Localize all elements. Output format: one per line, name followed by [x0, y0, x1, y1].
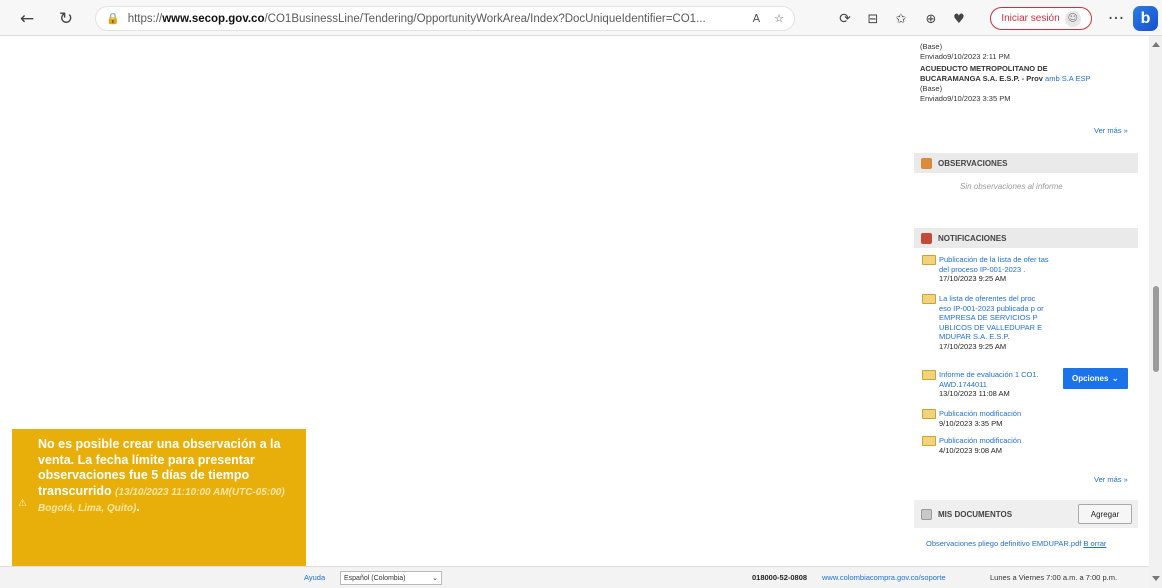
- back-arrow-icon[interactable]: ←: [16, 8, 38, 30]
- document-item: Observaciones pliego definitivo EMDUPAR.…: [926, 539, 1131, 549]
- notificaciones-icon: [921, 232, 932, 244]
- page-footer: Ayuda Español (Colombia) ⌄ 018000-52-080…: [0, 566, 1149, 588]
- envelope-icon: [922, 436, 936, 446]
- notification-date: 4/10/2023 9:08 AM: [939, 445, 1002, 455]
- offer-line: (Base): [920, 42, 943, 51]
- extension-icon[interactable]: ⟳: [834, 8, 856, 30]
- favorite-star-icon[interactable]: ☆: [774, 12, 784, 25]
- offers-ver-mas-link[interactable]: Ver más »: [1094, 126, 1128, 135]
- offer-line: Enviado9/10/2023 2:11 PM: [920, 52, 1010, 61]
- notification-date: 17/10/2023 9:25 AM: [939, 341, 1007, 351]
- bing-copilot-icon[interactable]: b: [1133, 6, 1158, 31]
- collections-icon[interactable]: ⊕: [920, 8, 942, 30]
- split-screen-icon[interactable]: ⊟: [862, 8, 884, 30]
- observaciones-title: OBSERVACIONES: [938, 158, 1008, 168]
- notification-title[interactable]: Informe de evaluación 1 CO1. AWD.1744011: [939, 370, 1049, 389]
- agregar-button[interactable]: Agregar: [1078, 504, 1132, 524]
- scroll-up-arrow-icon[interactable]: [1152, 42, 1160, 47]
- ayuda-link[interactable]: Ayuda: [304, 573, 325, 582]
- support-link[interactable]: www.colombiacompra.gov.co/soporte: [822, 573, 946, 582]
- scroll-down-arrow-icon[interactable]: [1152, 576, 1160, 581]
- address-bar[interactable]: 🔒 https://www.secop.gov.co/CO1BusinessLi…: [95, 6, 795, 31]
- notification-title[interactable]: La lista de oferentes del proc eso IP-00…: [939, 294, 1049, 342]
- notification-title[interactable]: Publicación de la lista de ofer tas del …: [939, 255, 1049, 274]
- notification-item[interactable]: La lista de oferentes del proc eso IP-00…: [922, 294, 1072, 351]
- warning-icon: ⚠: [18, 498, 27, 509]
- deadline-warning-banner: ⚠ No es posible crear una observación a …: [12, 429, 306, 577]
- opciones-label: Opciones: [1072, 374, 1109, 383]
- envelope-icon: [922, 409, 936, 419]
- offer-line: (Base): [920, 84, 943, 93]
- proveedor-link[interactable]: amb S.A ESP: [1045, 74, 1090, 83]
- warning-end: .: [136, 500, 140, 514]
- scrollbar-thumb[interactable]: [1153, 286, 1159, 372]
- offers-list: (Base) Enviado9/10/2023 2:11 PM ACUEDUCT…: [920, 42, 1140, 104]
- notification-date: 13/10/2023 11:08 AM: [939, 389, 1010, 398]
- notification-title[interactable]: Publicación modificación: [939, 436, 1049, 446]
- notificaciones-ver-mas-link[interactable]: Ver más »: [1094, 475, 1128, 484]
- notification-item[interactable]: Publicación modificación 9/10/2023 3:35 P…: [922, 409, 1072, 428]
- offer-name: ACUEDUCTO METROPOLITANO DE: [920, 64, 1048, 73]
- url-host: www.secop.gov.co: [162, 12, 265, 25]
- lock-icon: 🔒: [106, 12, 120, 25]
- url-path: /CO1BusinessLine/Tendering/OpportunityWo…: [264, 12, 706, 25]
- support-hours: Lunes a Viernes 7:00 a.m. a 7:00 p.m.: [990, 573, 1118, 582]
- envelope-icon: [922, 294, 936, 304]
- language-select[interactable]: Español (Colombia) ⌄: [340, 571, 442, 585]
- notification-item[interactable]: Publicación de la lista de ofer tas del …: [922, 255, 1072, 284]
- page-scrollbar[interactable]: [1149, 36, 1162, 588]
- favorites-icon[interactable]: ✩: [890, 8, 912, 30]
- delete-document-link[interactable]: B orrar: [1083, 539, 1106, 548]
- document-link[interactable]: Observaciones pliego definitivo EMDUPAR.…: [926, 539, 1081, 548]
- url-prefix: https://: [127, 12, 163, 25]
- notificaciones-header: NOTIFICACIONES: [914, 228, 1138, 248]
- observaciones-empty-text: Sin observaciones al informe: [960, 182, 1063, 191]
- opciones-button[interactable]: Opciones ⌄: [1063, 368, 1128, 389]
- documents-icon: [921, 508, 932, 520]
- signin-label: Iniciar sesión: [1001, 13, 1060, 24]
- notification-date: 9/10/2023 3:35 PM: [939, 418, 1003, 428]
- notification-item[interactable]: Informe de evaluación 1 CO1. AWD.1744011…: [922, 370, 1072, 399]
- notificaciones-title: NOTIFICACIONES: [938, 233, 1007, 243]
- observaciones-header: OBSERVACIONES: [914, 153, 1138, 173]
- refresh-icon[interactable]: ↻: [55, 8, 77, 30]
- envelope-icon: [922, 370, 936, 380]
- language-value: Español (Colombia): [344, 574, 406, 582]
- observaciones-icon: [921, 157, 932, 169]
- notification-title[interactable]: Publicación modificación: [939, 409, 1049, 419]
- profile-icon: ☺: [1064, 10, 1081, 27]
- support-phone: 018000-52-0808: [752, 573, 808, 582]
- browser-toolbar: ← ↻ 🔒 https://www.secop.gov.co/CO1Busine…: [0, 0, 1162, 36]
- chevron-down-icon: ⌄: [1111, 373, 1119, 384]
- notification-date: 17/10/2023 9:25 AM: [939, 274, 1007, 283]
- read-aloud-icon[interactable]: A: [753, 12, 761, 25]
- more-menu-icon[interactable]: ···: [1105, 8, 1127, 30]
- notification-item[interactable]: Publicación modificación 4/10/2023 9:08 A…: [922, 436, 1072, 455]
- offer-line: Enviado9/10/2023 3:35 PM: [920, 94, 1011, 103]
- offer-name: BUCARAMANGA S.A. E.S.P. - Prov: [920, 74, 1043, 83]
- signin-button[interactable]: Iniciar sesión ☺: [990, 7, 1092, 30]
- envelope-icon: [922, 255, 936, 265]
- browser-essentials-icon[interactable]: ♥: [948, 8, 970, 30]
- mis-documentos-title: MIS DOCUMENTOS: [938, 509, 1013, 519]
- chevron-down-icon: ⌄: [432, 574, 438, 582]
